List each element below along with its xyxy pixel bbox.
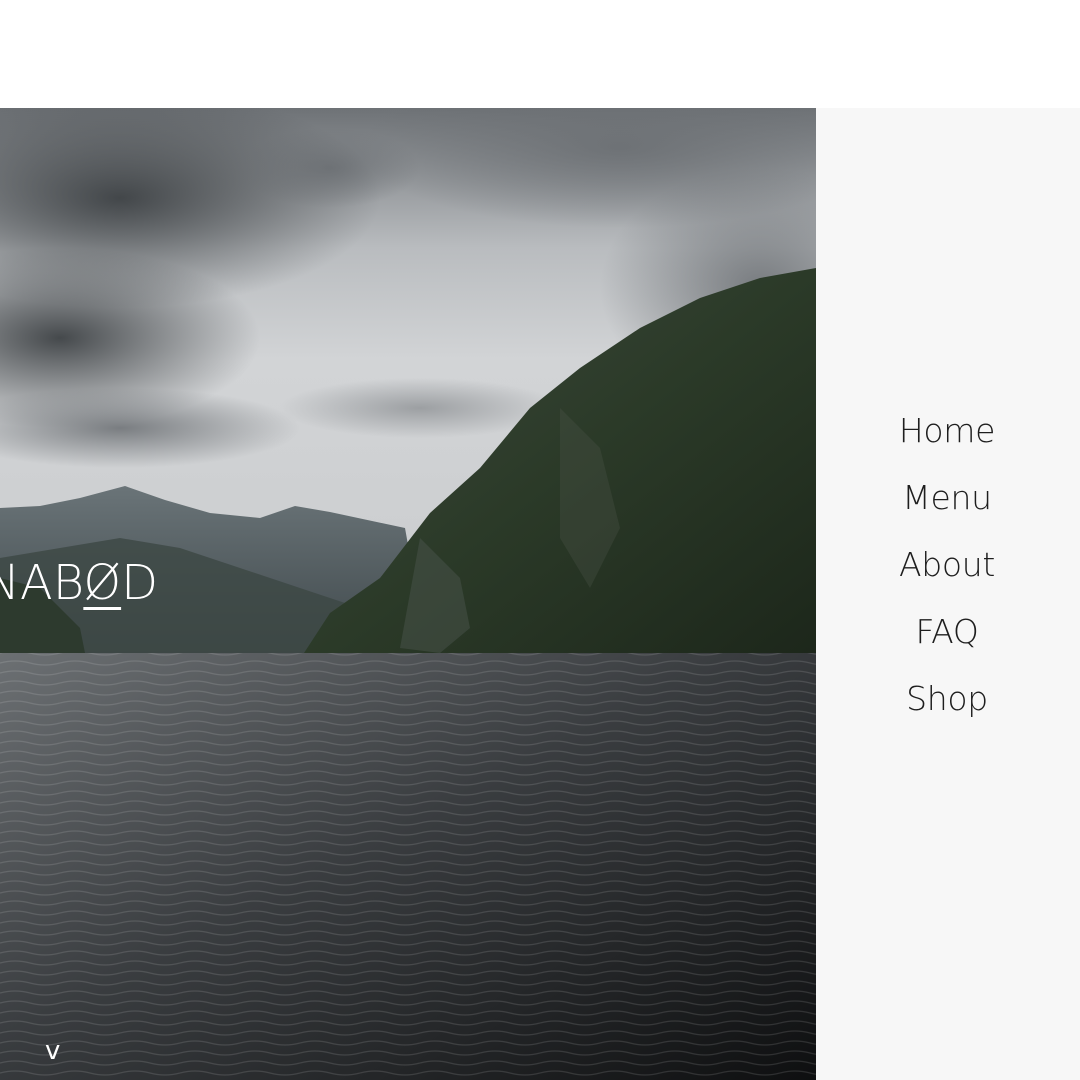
side-navigation: Home Menu About FAQ Shop	[816, 108, 1080, 1080]
hero-banner: NABØD v	[0, 108, 816, 1080]
nav-item-about[interactable]: About	[812, 531, 1080, 598]
nav-item-menu[interactable]: Menu	[812, 464, 1080, 531]
nav-item-shop[interactable]: Shop	[812, 665, 1080, 732]
brand-logo-text[interactable]: NABØD	[0, 555, 158, 611]
top-bar	[0, 0, 1080, 108]
nav-list: Home Menu About FAQ Shop	[816, 397, 1080, 732]
nav-item-faq[interactable]: FAQ	[812, 598, 1080, 665]
brand-suffix: D	[121, 555, 159, 611]
scroll-down-chevron-icon[interactable]: v	[45, 1036, 60, 1066]
nav-item-home[interactable]: Home	[812, 397, 1080, 464]
brand-prefix: NAB	[0, 555, 84, 611]
brand-highlight-letter: Ø	[83, 555, 122, 611]
